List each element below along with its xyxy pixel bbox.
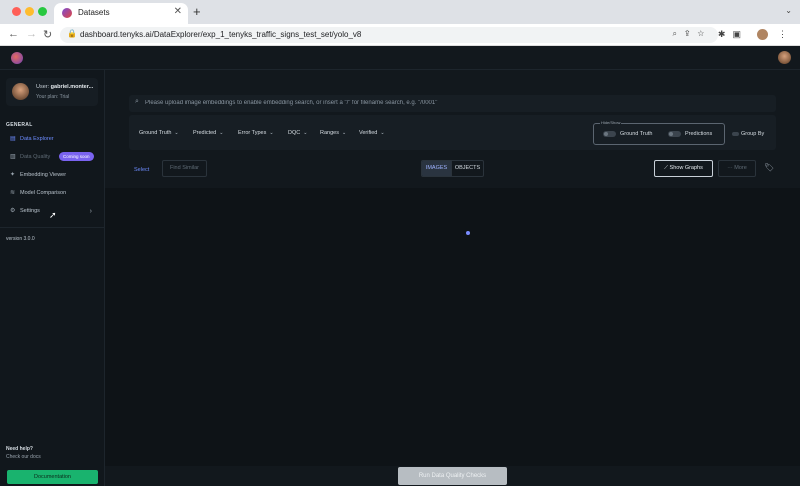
header-avatar[interactable] [778, 51, 791, 64]
sidebar: User: gabriel.monter... Your plan: Trial… [0, 70, 105, 486]
address-bar[interactable]: 🔒 dashboard.tenyks.ai/DataExplorer/exp_1… [60, 27, 718, 43]
search-bar[interactable]: ⌕ [129, 95, 776, 112]
version-label: version 3.0.0 [6, 236, 35, 242]
filter-dqc[interactable]: DQC ⌄ [288, 130, 307, 136]
sidebar-item-model-comparison[interactable]: ≋ Model Comparison [10, 189, 66, 196]
main-content: ⌕ Ground Truth⌄ Predicted⌄ Error Types⌄ … [105, 70, 800, 486]
filter-predicted[interactable]: Predicted ⌄ [193, 130, 223, 136]
gear-icon: ⚙ [10, 208, 16, 214]
graph-icon: ⟋ [664, 165, 668, 171]
minimize-window-button[interactable] [25, 7, 34, 16]
search-input[interactable] [145, 97, 765, 109]
tab-close-icon[interactable]: ✕ [174, 6, 182, 17]
app-header [0, 46, 800, 70]
maximize-window-button[interactable] [38, 7, 47, 16]
browser-profile-avatar[interactable] [757, 29, 769, 41]
help-subtitle: Check our docs [6, 454, 41, 460]
reload-icon[interactable]: ↻ [43, 28, 52, 41]
comparison-icon: ≋ [10, 190, 16, 196]
group-by-toggle[interactable] [732, 132, 739, 136]
browser-toolbar-icons[interactable]: ✱▣ ⋮ [718, 29, 794, 41]
chevron-down-icon: ⌄ [219, 130, 224, 136]
forward-arrow-icon[interactable]: → [26, 28, 37, 40]
ground-truth-toggle-label: Ground Truth [620, 131, 653, 137]
more-icon: ··· [727, 165, 733, 171]
ground-truth-toggle[interactable] [603, 131, 616, 137]
data-explorer-icon: ▤ [10, 136, 16, 142]
address-bar-icons[interactable]: ⌕⇪☆ [672, 29, 712, 39]
select-button[interactable]: Select [134, 167, 149, 173]
sidebar-divider [0, 227, 104, 228]
avatar [12, 83, 29, 100]
lock-icon: 🔒 [67, 29, 77, 38]
data-quality-icon: ▥ [10, 154, 16, 160]
chevron-right-icon[interactable]: › [90, 208, 92, 215]
sidebar-item-data-quality[interactable]: ▥ Data Quality [10, 153, 50, 160]
sidebar-item-embedding-viewer[interactable]: ✦ Embedding Viewer [10, 171, 66, 178]
browser-toolbar: ← → ↻ 🔒 dashboard.tenyks.ai/DataExplorer… [0, 24, 800, 46]
browser-tab[interactable]: Datasets ✕ [54, 3, 188, 24]
tab-title: Datasets [78, 8, 110, 17]
filter-ranges[interactable]: Ranges ⌄ [320, 130, 346, 136]
user-plan: Your plan: Trial [36, 94, 70, 100]
view-switch: IMAGES OBJECTS [421, 160, 484, 177]
hide-show-legend: Hide/Show [600, 120, 622, 125]
help-title: Need help? [6, 446, 33, 452]
search-icon: ⌕ [135, 98, 139, 105]
embedding-icon: ✦ [10, 172, 16, 178]
filter-error-types[interactable]: Error Types ⌄ [238, 130, 274, 136]
tab-favicon-icon [62, 8, 72, 18]
close-window-button[interactable] [12, 7, 21, 16]
chevron-down-icon: ⌄ [269, 130, 274, 136]
back-arrow-icon[interactable]: ← [8, 28, 19, 40]
new-tab-button[interactable]: + [193, 4, 201, 19]
chevron-down-icon: ⌄ [380, 130, 385, 136]
more-button[interactable]: ··· More [718, 160, 756, 177]
sidebar-item-settings[interactable]: ⚙ Settings [10, 207, 40, 214]
chevron-down-icon: ⌄ [303, 130, 308, 136]
url-text[interactable]: dashboard.tenyks.ai/DataExplorer/exp_1_t… [80, 30, 361, 39]
browser-tabbar: Datasets ✕ + ⌄ [0, 0, 800, 24]
coming-soon-badge: Coming soon [59, 152, 94, 161]
predictions-toggle[interactable] [668, 131, 681, 137]
loading-spinner-icon [466, 231, 470, 235]
hide-show-group: Hide/Show Ground Truth Predictions [593, 120, 725, 145]
filter-ground-truth[interactable]: Ground Truth ⌄ [139, 130, 179, 136]
filter-verified[interactable]: Verified ⌄ [359, 130, 385, 136]
run-data-quality-checks-button[interactable]: Run Data Quality Checks [398, 467, 507, 485]
group-by-label: Group By [741, 131, 765, 137]
tab-menu-icon[interactable]: ⌄ [785, 6, 792, 15]
show-graphs-button[interactable]: ⟋ Show Graphs [654, 160, 713, 177]
user-card[interactable]: User: gabriel.monter... Your plan: Trial [6, 78, 98, 106]
predictions-toggle-label: Predictions [685, 131, 713, 137]
user-name: User: gabriel.monter... [36, 84, 94, 90]
find-similar-button[interactable]: Find Similar [162, 160, 207, 177]
filter-panel: Ground Truth ⌄ Predicted ⌄ Error Types ⌄ DQ… [129, 115, 776, 150]
mouse-cursor-icon: ➚ [49, 210, 57, 220]
chevron-down-icon: ⌄ [341, 130, 347, 136]
sidebar-item-data-explorer[interactable]: ▤ Data Explorer [10, 135, 54, 142]
chevron-down-icon: ⌄ [174, 130, 179, 136]
app-logo[interactable] [11, 52, 23, 64]
section-title-general: GENERAL [6, 122, 33, 128]
image-grid [105, 188, 800, 466]
tag-icon[interactable]: 🏷 [764, 163, 774, 172]
tab-objects[interactable]: OBJECTS [451, 161, 483, 176]
extensions-icon[interactable]: ✱▣ [718, 29, 748, 39]
tab-images[interactable]: IMAGES [422, 161, 451, 176]
documentation-button[interactable]: Documentation [7, 470, 98, 484]
